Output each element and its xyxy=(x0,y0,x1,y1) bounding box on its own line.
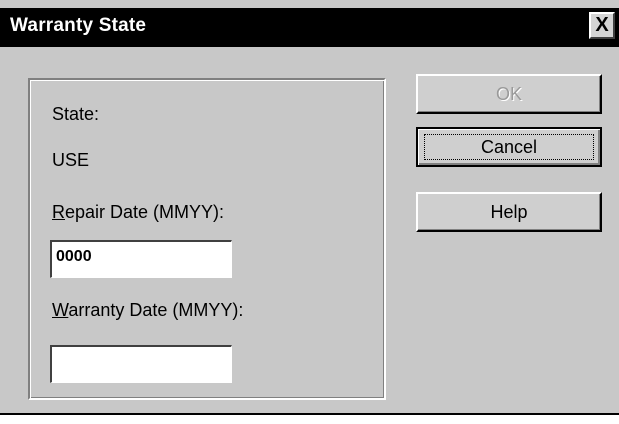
repair-date-accel: R xyxy=(52,202,65,222)
title-bar[interactable]: Warranty State X xyxy=(0,8,619,47)
close-button[interactable]: X xyxy=(589,12,615,39)
help-button[interactable]: Help xyxy=(416,192,602,232)
repair-date-value: 0000 xyxy=(56,248,92,265)
warranty-date-accel: W xyxy=(52,300,69,320)
warranty-date-label: Warranty Date (MMYY): xyxy=(52,300,243,321)
warranty-state-dialog: Warranty State X State: USE Repair Date … xyxy=(0,0,619,424)
state-label: State: xyxy=(52,104,100,124)
ok-button-label: OK xyxy=(495,83,522,104)
help-button-label: Help xyxy=(490,201,528,222)
cancel-button-label: Cancel xyxy=(480,136,538,157)
window-title: Warranty State xyxy=(10,15,147,36)
warranty-date-field[interactable] xyxy=(50,345,232,383)
warranty-date-label-text: arranty Date (MMYY): xyxy=(68,300,244,320)
repair-date-label: Repair Date (MMYY): xyxy=(52,202,224,223)
state-value: USE xyxy=(52,150,90,170)
repair-date-label-text: epair Date (MMYY): xyxy=(65,202,225,222)
cancel-button[interactable]: Cancel xyxy=(416,127,602,167)
repair-date-field[interactable]: 0000 xyxy=(50,240,232,278)
ok-button[interactable]: OK xyxy=(416,74,602,114)
bottom-edge xyxy=(0,413,619,424)
close-icon: X xyxy=(595,14,609,36)
